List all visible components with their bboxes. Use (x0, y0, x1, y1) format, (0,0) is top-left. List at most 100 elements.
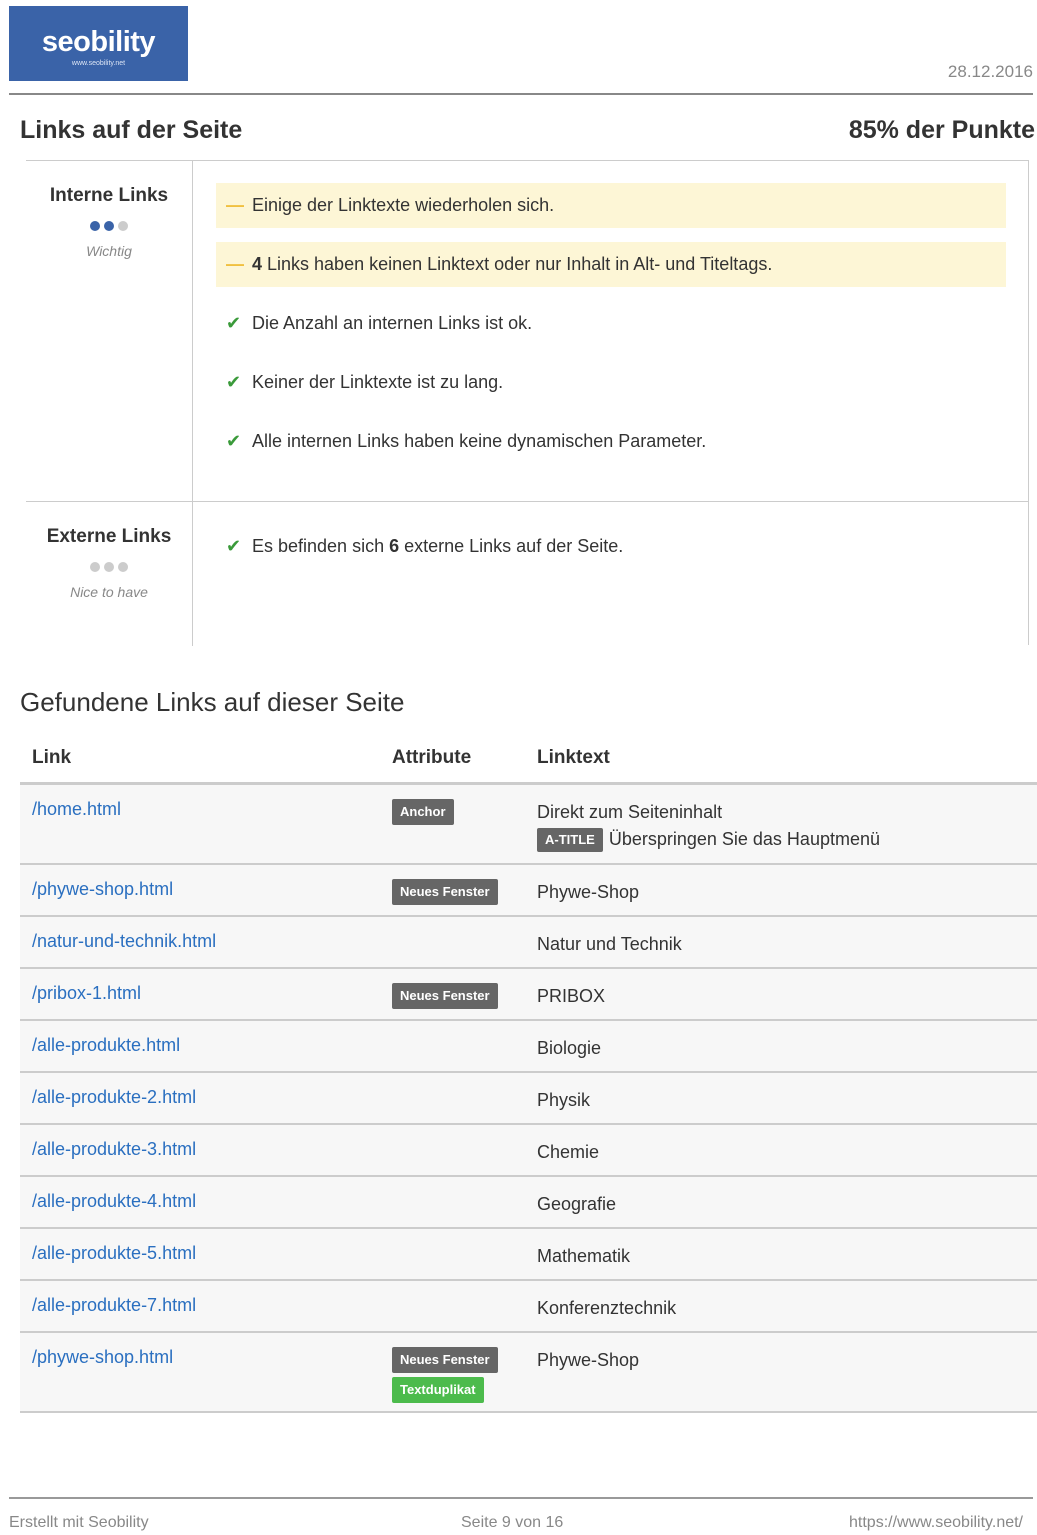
link-text: Direkt zum Seiteninhalt A-TITLE Überspring… (537, 799, 880, 853)
link-text-value: Phywe-Shop (537, 1350, 640, 1370)
message-list: ✔ Es befinden sich 6 externe Links auf de… (216, 524, 1006, 583)
header-divider (9, 93, 1033, 95)
link-url[interactable]: /pribox-1.html (32, 983, 141, 1004)
link-url[interactable]: /alle-produkte-3.html (32, 1139, 196, 1160)
link-text: Konferenztechnik (537, 1295, 676, 1322)
link-text: Physik (537, 1087, 590, 1114)
link-url[interactable]: /phywe-shop.html (32, 879, 173, 900)
table-row: /alle-produkte-4.html Geografie (20, 1177, 1037, 1229)
link-text-value: Geografie (537, 1194, 617, 1214)
check-icon: ✔ (226, 536, 242, 556)
attribute-badge: Neues Fenster (392, 879, 498, 905)
link-url[interactable]: /alle-produkte-7.html (32, 1295, 196, 1316)
link-attributes: Neues Fenster (392, 879, 532, 909)
importance-dot-icon (118, 221, 128, 231)
table-header: Link Attribute Linktext (20, 737, 1037, 785)
checks-box: Interne Links Wichtig — Einige der Linkte… (26, 160, 1029, 646)
links-table: Link Attribute Linktext /home.html Anchor… (20, 737, 1037, 1413)
message-text: Die Anzahl an internen Links ist ok. (252, 313, 533, 333)
table-row: /phywe-shop.html Neues Fenster Textduplika… (20, 1333, 1037, 1413)
table-row: /alle-produkte-3.html Chemie (20, 1125, 1037, 1177)
link-attributes: Neues Fenster (392, 983, 532, 1013)
importance-dots (26, 562, 192, 574)
table-row: /phywe-shop.html Neues Fenster Phywe-Shop (20, 865, 1037, 917)
importance-dot-icon (104, 562, 114, 572)
footer-credit: Erstellt mit Seobility (9, 1514, 149, 1531)
warning-dash-icon: — (226, 254, 244, 274)
column-header-linktext: Linktext (537, 747, 610, 768)
message-text: Es befinden sich (252, 536, 390, 556)
link-url[interactable]: /alle-produkte-5.html (32, 1243, 196, 1264)
title-attribute-badge: A-TITLE (537, 828, 603, 853)
check-icon: ✔ (226, 313, 242, 333)
link-text: Phywe-Shop (537, 1347, 639, 1374)
category-importance: Wichtig (86, 243, 132, 259)
link-url[interactable]: /alle-produkte-4.html (32, 1191, 196, 1212)
check-icon: ✔ (226, 372, 242, 392)
message-text: externe Links auf der Seite. (399, 536, 624, 556)
table-row: /pribox-1.html Neues Fenster PRIBOX (20, 969, 1037, 1021)
table-row: /alle-produkte-5.html Mathematik (20, 1229, 1037, 1281)
category-title: Externe Links (46, 526, 172, 547)
link-text: Natur und Technik (537, 931, 682, 958)
category-title: Interne Links (49, 185, 169, 206)
ok-message: ✔ Die Anzahl an internen Links ist ok. (216, 301, 1006, 346)
category-internal-links: Interne Links Wichtig — Einige der Linkte… (26, 161, 1029, 502)
category-label: Externe Links Nice to have (26, 502, 193, 646)
table-row: /natur-und-technik.html Natur und Technik (20, 917, 1037, 969)
link-text: Mathematik (537, 1243, 630, 1270)
link-title-text: Überspringen Sie das Hauptmenü (608, 829, 880, 849)
table-body: /home.html Anchor Direkt zum Seiteninhalt A… (20, 785, 1037, 1413)
link-text-value: Chemie (537, 1142, 600, 1162)
message-text: Alle internen Links haben keine dynamisc… (252, 431, 707, 451)
link-text: Phywe-Shop (537, 879, 639, 906)
section-title: Links auf der Seite (20, 116, 243, 144)
page-header: seobility www.seobility.net 28.12.2016 (0, 0, 1037, 96)
attribute-badge: Anchor (392, 799, 454, 825)
message-text: Keiner der Linktexte ist zu lang. (252, 372, 504, 392)
seobility-logo[interactable]: seobility www.seobility.net (9, 6, 188, 81)
link-title-line: A-TITLE Überspringen Sie das Hauptmenü (537, 826, 880, 853)
logo-subtext: www.seobility.net (71, 60, 126, 67)
warning-message: — 4 Links haben keinen Linktext oder nur … (216, 242, 1006, 287)
report-date: 28.12.2016 (947, 62, 1033, 81)
link-text-value: Mathematik (537, 1246, 631, 1266)
category-external-links: Externe Links Nice to have ✔ Es befinden … (26, 502, 1029, 646)
link-text: Geografie (537, 1191, 616, 1218)
link-text: Biologie (537, 1035, 601, 1062)
link-url[interactable]: /home.html (32, 799, 121, 820)
link-url[interactable]: /natur-und-technik.html (32, 931, 216, 952)
link-text-value: Natur und Technik (537, 934, 682, 954)
duplicate-badge: Textduplikat (392, 1377, 484, 1403)
link-text: PRIBOX (537, 983, 605, 1010)
attribute-badge: Neues Fenster (392, 1347, 498, 1373)
category-importance: Nice to have (70, 584, 148, 600)
warning-dash-icon: — (226, 195, 244, 215)
link-url[interactable]: /alle-produkte.html (32, 1035, 180, 1056)
logo-text: seobility (41, 26, 156, 58)
footer-page-number: Seite 9 von 16 (461, 1514, 564, 1531)
category-label: Interne Links Wichtig (26, 161, 193, 501)
importance-dot-icon (104, 221, 114, 231)
footer-url[interactable]: https://www.seobility.net/ (849, 1514, 1023, 1532)
found-links-title: Gefundene Links auf dieser Seite (20, 687, 405, 717)
table-row: /alle-produkte-7.html Konferenztechnik (20, 1281, 1037, 1333)
importance-dot-icon (118, 562, 128, 572)
link-url[interactable]: /alle-produkte-2.html (32, 1087, 196, 1108)
link-text-value: Physik (537, 1090, 591, 1110)
check-icon: ✔ (226, 431, 242, 451)
message-list: — Einige der Linktexte wiederholen sich. —… (216, 183, 1006, 478)
link-text-value: Konferenztechnik (537, 1298, 677, 1318)
message-text: Links haben keinen Linktext oder nur Inh… (262, 254, 773, 274)
link-text-value: PRIBOX (537, 986, 606, 1006)
importance-dot-icon (90, 221, 100, 231)
footer-divider (9, 1497, 1033, 1499)
link-url[interactable]: /phywe-shop.html (32, 1347, 173, 1368)
ok-message: ✔ Alle internen Links haben keine dynamis… (216, 419, 1006, 464)
ok-message: ✔ Keiner der Linktexte ist zu lang. (216, 360, 1006, 405)
section-score: 85% der Punkte (848, 116, 1035, 144)
column-header-link: Link (32, 747, 72, 768)
link-attributes: Anchor (392, 799, 532, 829)
table-row: /home.html Anchor Direkt zum Seiteninhalt A… (20, 785, 1037, 865)
link-attributes: Neues Fenster Textduplikat (392, 1347, 532, 1407)
